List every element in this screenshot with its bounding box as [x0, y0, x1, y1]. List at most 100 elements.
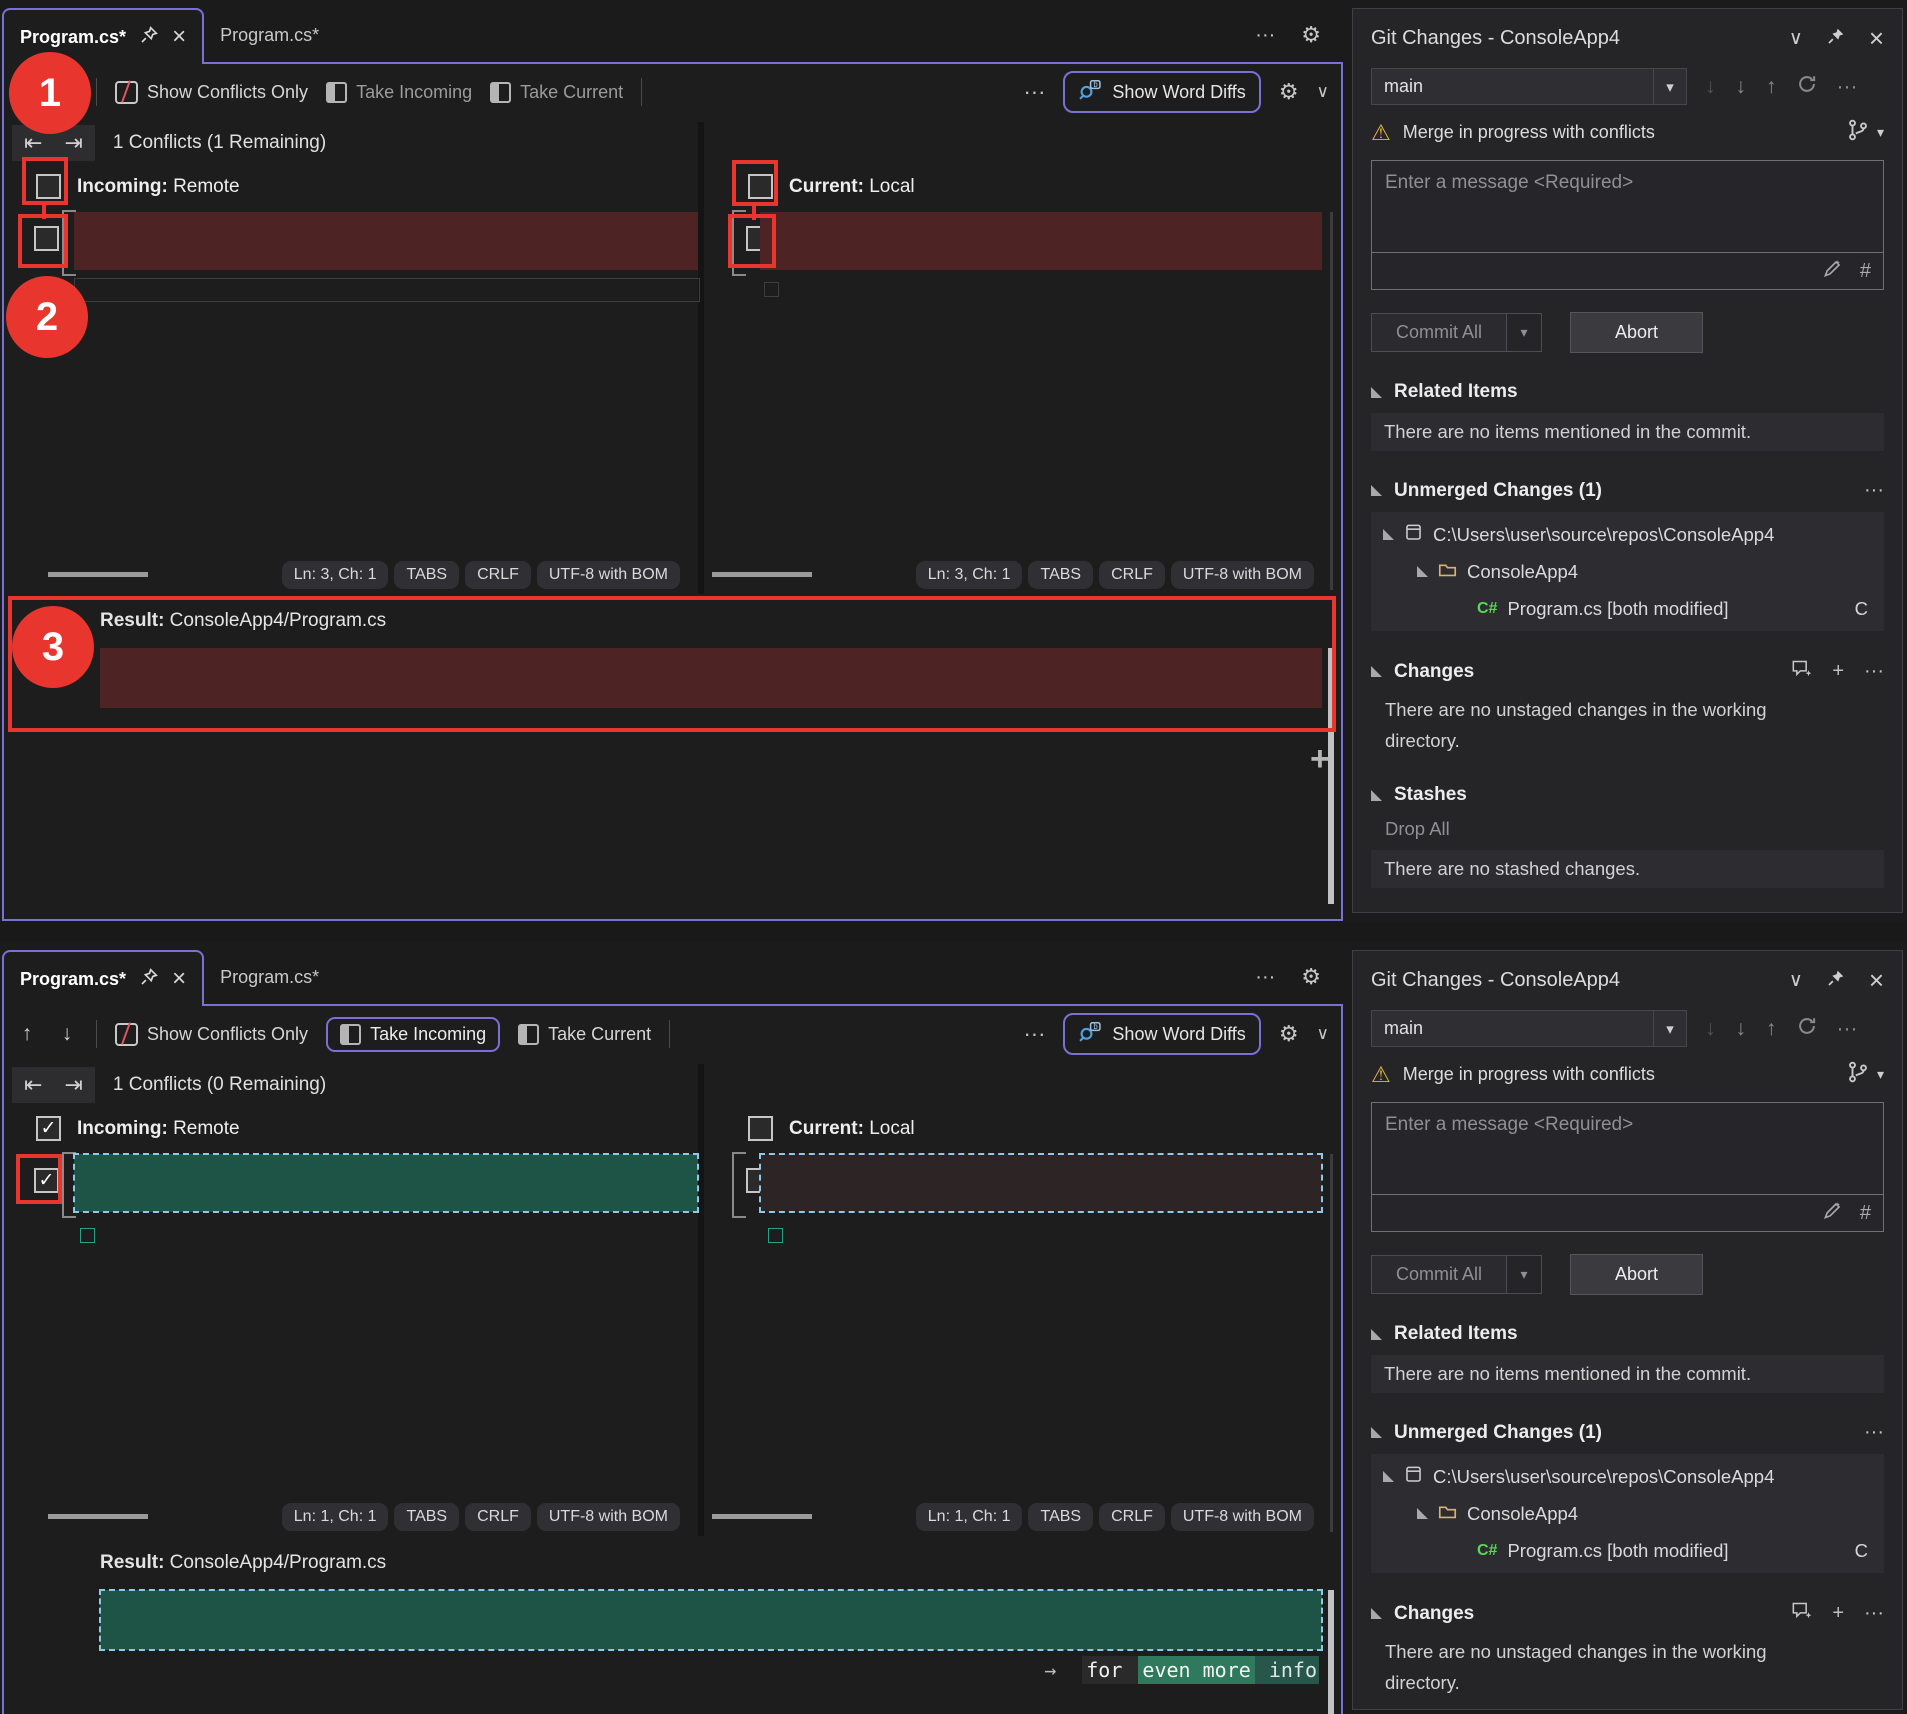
project-tree-row[interactable]: ConsoleApp4 — [1371, 553, 1884, 590]
encoding-indicator[interactable]: UTF-8 with BOM — [537, 1503, 680, 1531]
chevron-down-icon[interactable]: ∨ — [1789, 27, 1803, 50]
more-actions-icon[interactable]: ··· — [1255, 24, 1275, 47]
branch-dropdown-caret-icon[interactable]: ▾ — [1653, 1011, 1686, 1046]
line-ending-indicator[interactable]: CRLF — [465, 1503, 531, 1531]
show-word-diffs-button[interactable]: b Show Word Diffs — [1063, 71, 1260, 113]
commit-message-input[interactable]: Enter a message <Required> # — [1371, 160, 1884, 290]
line-ending-indicator[interactable]: CRLF — [465, 561, 531, 589]
branch-graph-icon[interactable] — [1847, 119, 1869, 146]
commit-message-input[interactable]: Enter a message <Required> # — [1371, 1102, 1884, 1232]
take-current-button[interactable]: Take Current — [518, 1024, 651, 1045]
abort-button[interactable]: Abort — [1570, 1254, 1703, 1295]
issue-hash-icon[interactable]: # — [1860, 1202, 1871, 1225]
chevron-down-icon[interactable]: ▾ — [1877, 1066, 1884, 1083]
project-tree-row[interactable]: ConsoleApp4 — [1371, 1495, 1884, 1532]
pin-icon[interactable] — [1827, 969, 1845, 993]
changes-section-header[interactable]: Changes + ··· — [1371, 659, 1884, 684]
more-actions-icon[interactable]: ··· — [1023, 79, 1045, 105]
line-col-indicator[interactable]: Ln: 3, Ch: 1 — [282, 561, 389, 589]
related-items-section-header[interactable]: Related Items — [1371, 381, 1884, 403]
incoming-conflict-checkbox[interactable] — [34, 226, 59, 251]
commit-all-button[interactable]: Commit All — [1371, 1255, 1507, 1294]
tabs-indicator[interactable]: TABS — [1028, 561, 1093, 589]
close-icon[interactable]: × — [1869, 965, 1884, 996]
result-scrollbar-thumb[interactable] — [1328, 1590, 1334, 1714]
commit-dropdown-caret-icon[interactable]: ▾ — [1507, 1255, 1542, 1294]
tabs-indicator[interactable]: TABS — [394, 561, 459, 589]
stage-all-plus-icon[interactable]: + — [1832, 1602, 1844, 1625]
take-incoming-button[interactable]: Take Incoming — [326, 82, 472, 103]
stage-all-plus-icon[interactable]: + — [1832, 660, 1844, 683]
tabs-indicator[interactable]: TABS — [394, 1503, 459, 1531]
file-tree-row[interactable]: C# Program.cs [both modified] C — [1371, 590, 1884, 627]
unmerged-changes-section-header[interactable]: Unmerged Changes (1) ··· — [1371, 479, 1884, 502]
repo-tree-row[interactable]: C:\Users\user\source\repos\ConsoleApp4 — [1371, 516, 1884, 553]
fetch-icon[interactable]: ↓ — [1705, 75, 1716, 99]
show-conflicts-only-button[interactable]: Show Conflicts Only — [115, 1023, 308, 1046]
first-conflict-icon[interactable]: ⇤ — [24, 130, 42, 156]
stashes-section-header[interactable]: Stashes — [1371, 784, 1884, 806]
settings-gear-icon[interactable]: ⚙ — [1301, 22, 1321, 48]
incoming-code-block[interactable]: // See https://aka.ms/new-console-templa… — [74, 212, 698, 270]
chevron-down-icon[interactable]: ▾ — [1877, 124, 1884, 141]
incoming-take-all-checkbox[interactable] — [36, 174, 61, 199]
settings-gear-icon[interactable]: ⚙ — [1279, 79, 1299, 105]
settings-gear-icon[interactable]: ⚙ — [1301, 964, 1321, 990]
last-conflict-icon[interactable]: ⇥ — [64, 1072, 82, 1098]
line-col-indicator[interactable]: Ln: 3, Ch: 1 — [916, 561, 1023, 589]
incoming-conflict-checkbox[interactable] — [34, 1168, 59, 1193]
previous-conflict-icon[interactable]: ↑ — [16, 80, 38, 104]
close-icon[interactable]: × — [1869, 23, 1884, 54]
refresh-icon[interactable] — [1797, 74, 1817, 100]
encoding-indicator[interactable]: UTF-8 with BOM — [1171, 561, 1314, 589]
pin-icon[interactable] — [140, 26, 158, 49]
next-conflict-icon[interactable]: ↓ — [56, 80, 78, 104]
ai-message-icon[interactable] — [1823, 259, 1842, 284]
more-actions-icon[interactable]: ··· — [1023, 1021, 1045, 1047]
result-code-block[interactable]: // See https://aka.ms/new-console-templa… — [100, 1590, 1322, 1650]
incoming-take-all-checkbox[interactable] — [36, 1116, 61, 1141]
file-tree-row[interactable]: C# Program.cs [both modified] C — [1371, 1532, 1884, 1569]
vertical-scrollbar[interactable] — [1330, 1154, 1333, 1532]
line-ending-indicator[interactable]: CRLF — [1099, 1503, 1165, 1531]
last-conflict-icon[interactable]: ⇥ — [64, 130, 82, 156]
ai-message-icon[interactable] — [1823, 1201, 1842, 1226]
encoding-indicator[interactable]: UTF-8 with BOM — [1171, 1503, 1314, 1531]
unmerged-changes-section-header[interactable]: Unmerged Changes (1) ··· — [1371, 1421, 1884, 1444]
chevron-down-icon[interactable]: ∨ — [1317, 82, 1329, 102]
branch-selector[interactable]: main ▾ — [1371, 1010, 1687, 1047]
ai-commit-message-icon[interactable] — [1791, 659, 1812, 684]
show-conflicts-only-button[interactable]: Show Conflicts Only — [115, 81, 308, 104]
chevron-down-icon[interactable]: ∨ — [1789, 969, 1803, 992]
line-col-indicator[interactable]: Ln: 1, Ch: 1 — [916, 1503, 1023, 1531]
incoming-code-block[interactable]: // See https://aka.ms/new-console-templa… — [74, 1154, 698, 1212]
next-conflict-icon[interactable]: ↓ — [56, 1022, 78, 1046]
pin-icon[interactable] — [140, 968, 158, 991]
issue-hash-icon[interactable]: # — [1860, 260, 1871, 283]
settings-gear-icon[interactable]: ⚙ — [1279, 1021, 1299, 1047]
commit-dropdown-caret-icon[interactable]: ▾ — [1507, 313, 1542, 352]
chevron-down-icon[interactable]: ∨ — [1317, 1024, 1329, 1044]
abort-button[interactable]: Abort — [1570, 312, 1703, 353]
more-actions-icon[interactable]: ··· — [1837, 75, 1858, 99]
current-code-block[interactable]: // See https://aka.ms/new-console-templa… — [760, 212, 1322, 270]
line-ending-indicator[interactable]: CRLF — [1099, 561, 1165, 589]
commit-all-button[interactable]: Commit All — [1371, 313, 1507, 352]
take-current-button[interactable]: Take Current — [490, 82, 623, 103]
more-actions-icon[interactable]: ··· — [1864, 660, 1884, 683]
more-actions-icon[interactable]: ··· — [1837, 1017, 1858, 1041]
show-word-diffs-button[interactable]: b Show Word Diffs — [1063, 1013, 1260, 1055]
push-icon[interactable]: ↑ — [1766, 75, 1777, 99]
drop-all-link[interactable]: Drop All — [1385, 818, 1884, 840]
current-take-all-checkbox[interactable] — [748, 1116, 773, 1141]
result-code-block[interactable]: // See https://aka.ms/new-console-templa… — [100, 648, 1322, 708]
tabs-indicator[interactable]: TABS — [1028, 1503, 1093, 1531]
more-actions-icon[interactable]: ··· — [1864, 479, 1884, 502]
previous-conflict-icon[interactable]: ↑ — [16, 1022, 38, 1046]
line-col-indicator[interactable]: Ln: 1, Ch: 1 — [282, 1503, 389, 1531]
close-icon[interactable]: × — [172, 965, 186, 993]
encoding-indicator[interactable]: UTF-8 with BOM — [537, 561, 680, 589]
more-actions-icon[interactable]: ··· — [1864, 1421, 1884, 1444]
vertical-scrollbar[interactable] — [1330, 212, 1333, 590]
branch-selector[interactable]: main ▾ — [1371, 68, 1687, 105]
